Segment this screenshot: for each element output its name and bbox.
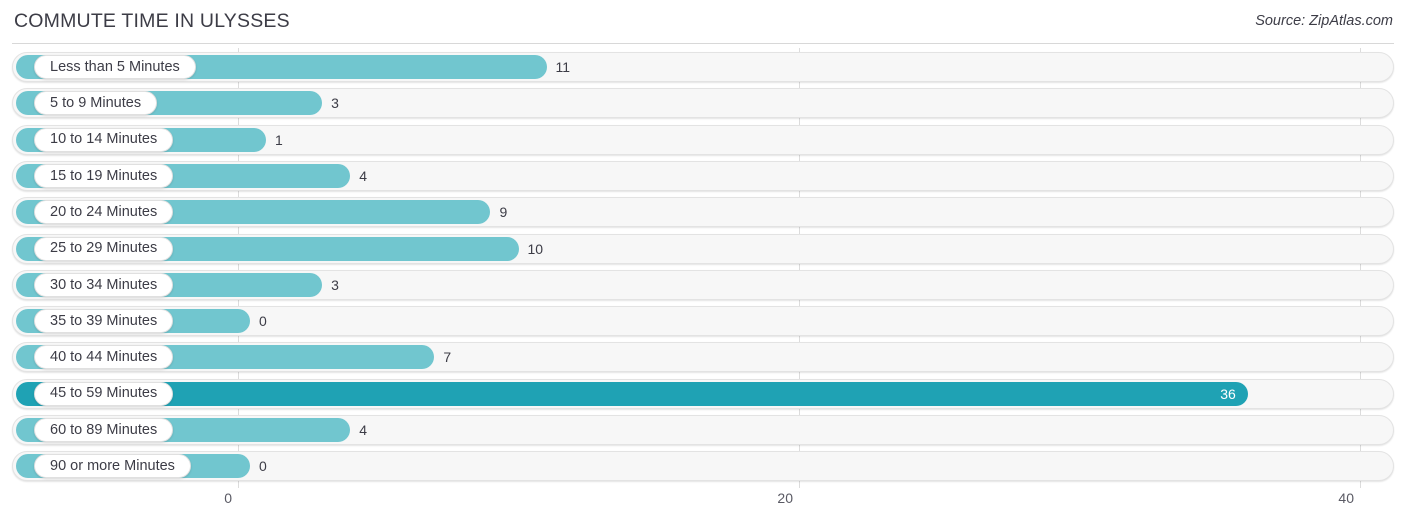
bar[interactable] bbox=[16, 381, 1248, 406]
chart-header: COMMUTE TIME IN ULYSSES Source: ZipAtlas… bbox=[0, 0, 1406, 44]
category-label: 35 to 39 Minutes bbox=[50, 312, 158, 329]
x-tick-label: 0 bbox=[224, 490, 232, 506]
bar-value-label: 3 bbox=[331, 95, 339, 112]
category-label: Less than 5 Minutes bbox=[50, 58, 180, 75]
chart-row[interactable]: 90 or more Minutes 0 bbox=[12, 451, 1394, 482]
category-label: 25 to 29 Minutes bbox=[50, 240, 158, 257]
category-label: 45 to 59 Minutes bbox=[50, 385, 158, 402]
category-label-pill: 40 to 44 Minutes bbox=[34, 345, 174, 370]
category-label: 90 or more Minutes bbox=[50, 458, 175, 475]
bar-value-label: 1 bbox=[275, 131, 283, 148]
chart-row[interactable]: 5 to 9 Minutes 3 bbox=[12, 88, 1394, 119]
chart-row[interactable]: 35 to 39 Minutes 0 bbox=[12, 306, 1394, 337]
bar-value-label: 36 bbox=[1220, 385, 1236, 402]
chart-row[interactable]: 10 to 14 Minutes 1 bbox=[12, 124, 1394, 155]
header-divider bbox=[12, 43, 1394, 44]
bar-value-label: 7 bbox=[443, 349, 452, 366]
category-label-pill: 10 to 14 Minutes bbox=[34, 127, 174, 152]
chart-row[interactable]: 45 to 59 Minutes 36 bbox=[12, 378, 1394, 409]
category-label: 20 to 24 Minutes bbox=[50, 203, 158, 220]
bar-value-label: 9 bbox=[499, 204, 508, 221]
chart-row[interactable]: 25 to 29 Minutes 10 bbox=[12, 233, 1394, 264]
x-tick-label: 20 bbox=[777, 490, 793, 506]
category-label: 60 to 89 Minutes bbox=[50, 421, 158, 438]
chart-row[interactable]: 60 to 89 Minutes 4 bbox=[12, 415, 1394, 445]
category-label-pill: 35 to 39 Minutes bbox=[34, 309, 174, 334]
category-label-pill: 45 to 59 Minutes bbox=[34, 381, 174, 406]
bar-value-label: 0 bbox=[259, 458, 267, 475]
category-label: 5 to 9 Minutes bbox=[50, 95, 142, 112]
source-attribution: Source: ZipAtlas.com bbox=[1255, 13, 1393, 29]
category-label-pill: 90 or more Minutes bbox=[34, 454, 191, 479]
category-label-pill: 20 to 24 Minutes bbox=[34, 200, 174, 225]
category-label: 10 to 14 Minutes bbox=[50, 131, 158, 148]
category-label: 15 to 19 Minutes bbox=[50, 167, 158, 184]
x-axis: 0 20 40 bbox=[0, 488, 1406, 524]
bar-value-label: 0 bbox=[259, 313, 267, 330]
chart-row[interactable]: 30 to 34 Minutes 3 bbox=[12, 269, 1394, 300]
bar-value-label: 3 bbox=[331, 276, 339, 293]
chart-row[interactable]: 15 to 19 Minutes 4 bbox=[12, 160, 1394, 191]
category-label-pill: Less than 5 Minutes bbox=[34, 55, 196, 79]
chart-plot-area: Less than 5 Minutes 11 5 to 9 Minutes 3 10 t… bbox=[0, 48, 1406, 488]
category-label-pill: 25 to 29 Minutes bbox=[34, 236, 174, 261]
chart-row[interactable]: 20 to 24 Minutes 9 bbox=[12, 197, 1394, 228]
chart-row[interactable]: Less than 5 Minutes 11 bbox=[12, 52, 1394, 82]
bar-value-label: 4 bbox=[359, 422, 367, 438]
category-label-pill: 60 to 89 Minutes bbox=[34, 418, 174, 442]
chart-row[interactable]: 40 to 44 Minutes 7 bbox=[12, 342, 1394, 373]
bar-value-label: 11 bbox=[555, 59, 571, 75]
chart-page: COMMUTE TIME IN ULYSSES Source: ZipAtlas… bbox=[0, 0, 1406, 524]
category-label: 30 to 34 Minutes bbox=[50, 276, 158, 293]
category-label-pill: 5 to 9 Minutes bbox=[34, 91, 158, 116]
category-label: 40 to 44 Minutes bbox=[50, 349, 158, 366]
category-label-pill: 15 to 19 Minutes bbox=[34, 163, 174, 188]
category-label-pill: 30 to 34 Minutes bbox=[34, 272, 174, 297]
x-tick-label: 40 bbox=[1338, 490, 1354, 506]
bar-value-label: 10 bbox=[527, 240, 544, 257]
page-title: COMMUTE TIME IN ULYSSES bbox=[14, 10, 290, 32]
bar-value-label: 4 bbox=[359, 167, 367, 184]
